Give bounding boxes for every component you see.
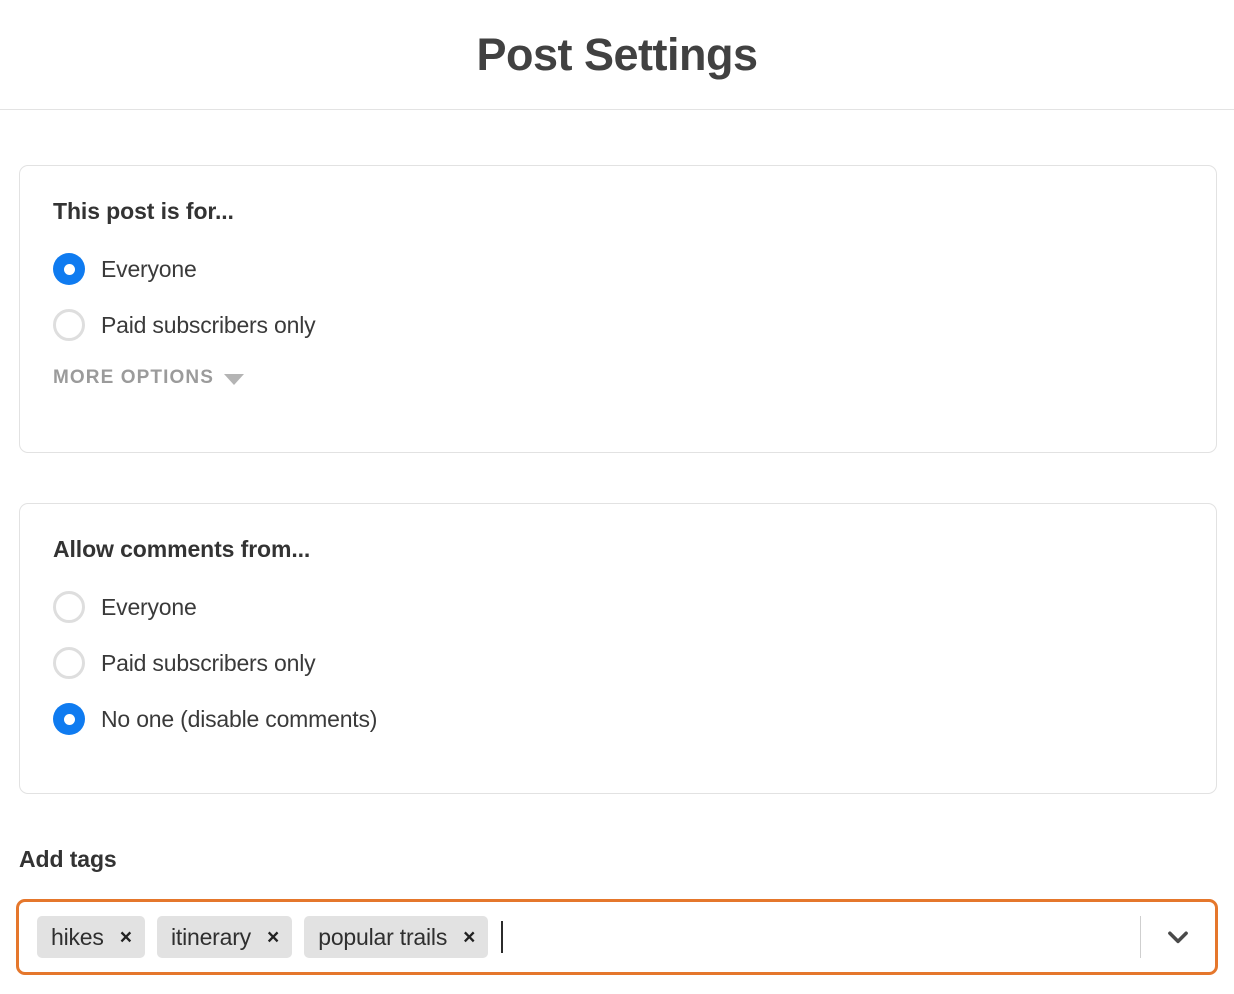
tag-chip[interactable]: popular trails × [304, 916, 489, 958]
radio-button-unselected-icon[interactable] [53, 591, 85, 623]
tag-remove-icon[interactable]: × [120, 927, 132, 948]
chevron-down-icon [1168, 931, 1188, 944]
tag-chip[interactable]: itinerary × [156, 916, 293, 958]
radio-label: Paid subscribers only [101, 311, 316, 338]
radio-label: Everyone [101, 255, 197, 282]
add-tags-label: Add tags [19, 846, 117, 872]
tag-chip-label: hikes [51, 923, 104, 950]
radio-button-unselected-icon[interactable] [53, 309, 85, 341]
comments-card-heading: Allow comments from... [53, 536, 311, 562]
radio-label: Paid subscribers only [101, 649, 316, 676]
tag-remove-icon[interactable]: × [267, 927, 279, 948]
audience-settings-card: This post is for... Everyone Paid subscr… [19, 165, 1217, 453]
radio-option-comments-none[interactable]: No one (disable comments) [53, 691, 1216, 747]
comments-settings-card: Allow comments from... Everyone Paid sub… [19, 503, 1217, 794]
radio-option-audience-paid[interactable]: Paid subscribers only [53, 297, 1216, 353]
radio-option-comments-everyone[interactable]: Everyone [53, 579, 1216, 635]
radio-button-unselected-icon[interactable] [53, 647, 85, 679]
more-options-label: MORE OPTIONS [53, 367, 214, 388]
tags-dropdown-button[interactable] [1141, 902, 1215, 972]
tag-chip-label: popular trails [318, 923, 448, 950]
tags-input-field[interactable]: hikes × itinerary × popular trails × [16, 899, 1218, 975]
radio-button-selected-icon[interactable] [53, 703, 85, 735]
radio-label: No one (disable comments) [101, 705, 378, 732]
tag-chip[interactable]: hikes × [37, 916, 145, 958]
radio-option-audience-everyone[interactable]: Everyone [53, 241, 1216, 297]
audience-card-heading: This post is for... [53, 198, 234, 224]
text-cursor [501, 921, 504, 953]
comments-card-body: Allow comments from... Everyone Paid sub… [20, 504, 1216, 747]
more-options-toggle[interactable]: MORE OPTIONS [53, 367, 244, 389]
radio-label: Everyone [101, 593, 197, 620]
audience-card-body: This post is for... Everyone Paid subscr… [20, 166, 1216, 389]
tag-chip-label: itinerary [170, 923, 251, 950]
radio-option-comments-paid[interactable]: Paid subscribers only [53, 635, 1216, 691]
post-settings-page: Post Settings This post is for... Everyo… [0, 0, 1234, 994]
tag-remove-icon[interactable]: × [463, 927, 475, 948]
page-header: Post Settings [0, 0, 1234, 110]
page-title: Post Settings [476, 29, 758, 80]
caret-down-icon [224, 374, 244, 385]
radio-button-selected-icon[interactable] [53, 253, 85, 285]
